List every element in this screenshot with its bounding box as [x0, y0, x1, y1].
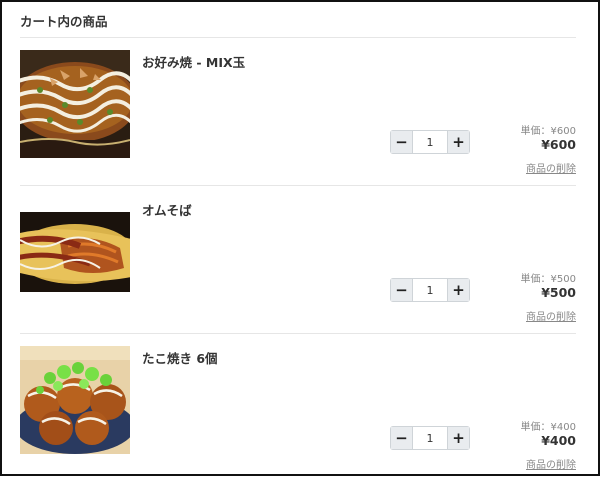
decrease-quantity-button[interactable]: − — [391, 131, 413, 153]
decrease-quantity-button[interactable]: − — [391, 279, 413, 301]
cart-header: カート内の商品 — [20, 12, 576, 38]
quantity-stepper: − + — [390, 426, 470, 450]
increase-quantity-button[interactable]: + — [447, 427, 469, 449]
quantity-input[interactable] — [413, 427, 447, 449]
product-image-takoyaki[interactable] — [20, 346, 130, 454]
line-total: ¥500 — [541, 285, 576, 300]
cart-panel: カート内の商品 お好み焼 - MIX玉 − 1 + 単価：¥600 ¥600 商… — [0, 0, 600, 476]
quantity-input[interactable] — [413, 131, 447, 153]
cart-title: カート内の商品 — [20, 14, 108, 29]
quantity-input[interactable] — [413, 279, 447, 301]
delete-item-link[interactable]: 商品の削除 — [526, 456, 576, 471]
line-total: ¥600 — [541, 137, 576, 152]
delete-item-link[interactable]: 商品の削除 — [526, 308, 576, 323]
cart-item: オムそば − + 単価：¥500 ¥500 商品の削除 — [20, 186, 576, 334]
cart-item: たこ焼き 6個 − + 単価：¥400 ¥400 商品の削除 — [20, 334, 576, 482]
decrease-quantity-button[interactable]: − — [391, 427, 413, 449]
product-image-omusoba[interactable] — [20, 212, 130, 292]
unit-price: 単価：¥400 — [520, 422, 576, 433]
cart-item: お好み焼 - MIX玉 − + 単価：¥600 ¥600 商品の削除 — [20, 38, 576, 186]
product-image-okonomiyaki[interactable] — [20, 50, 130, 158]
line-total: ¥400 — [541, 433, 576, 448]
product-name[interactable]: オムそば — [142, 200, 192, 219]
product-name[interactable]: お好み焼 - MIX玉 — [142, 52, 245, 71]
increase-quantity-button[interactable]: + — [447, 279, 469, 301]
quantity-stepper: − + — [390, 278, 470, 302]
unit-price: 単価：¥500 — [520, 274, 576, 285]
unit-price: 単価：¥600 — [520, 126, 576, 137]
product-name[interactable]: たこ焼き 6個 — [142, 348, 218, 367]
delete-item-link[interactable]: 商品の削除 — [526, 160, 576, 175]
increase-quantity-button[interactable]: + — [447, 131, 469, 153]
quantity-stepper: − + — [390, 130, 470, 154]
